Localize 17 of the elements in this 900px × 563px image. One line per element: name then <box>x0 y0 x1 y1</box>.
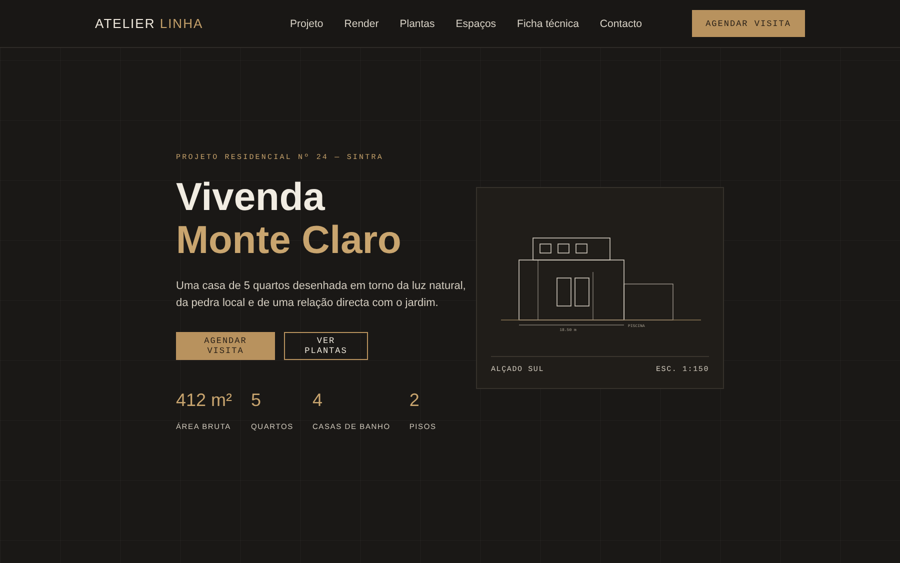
nav-link[interactable]: Projeto <box>290 18 324 30</box>
hero-subtitle: Monte Claro <box>176 219 402 262</box>
nav-link[interactable]: Contacto <box>600 18 642 30</box>
stat-value: 5 <box>251 390 262 411</box>
nav-link[interactable]: Render <box>344 18 379 30</box>
hero-description: Uma casa de 5 quartos desenhada em torno da luz natural, da pedra local e de uma relação directa com o jardim. <box>176 279 466 310</box>
nav-link[interactable]: Ficha técnica <box>517 18 579 30</box>
stat-value: 2 <box>409 390 420 411</box>
schedule-visit-button[interactable]: AGENDAR VISITA <box>692 10 805 37</box>
view-plans-button[interactable]: VER PLANTAS <box>284 332 368 360</box>
nav-link[interactable]: Plantas <box>400 18 435 30</box>
stat-value: 4 <box>312 390 324 411</box>
nav-link[interactable]: Espaços <box>456 18 496 30</box>
logo[interactable]: ATELIER LINHA <box>95 16 285 31</box>
hero-title: Vivenda <box>176 176 326 219</box>
schedule-visit-button[interactable]: AGENDAR VISITA <box>176 332 275 360</box>
stat-value: 412 m² <box>176 390 232 411</box>
